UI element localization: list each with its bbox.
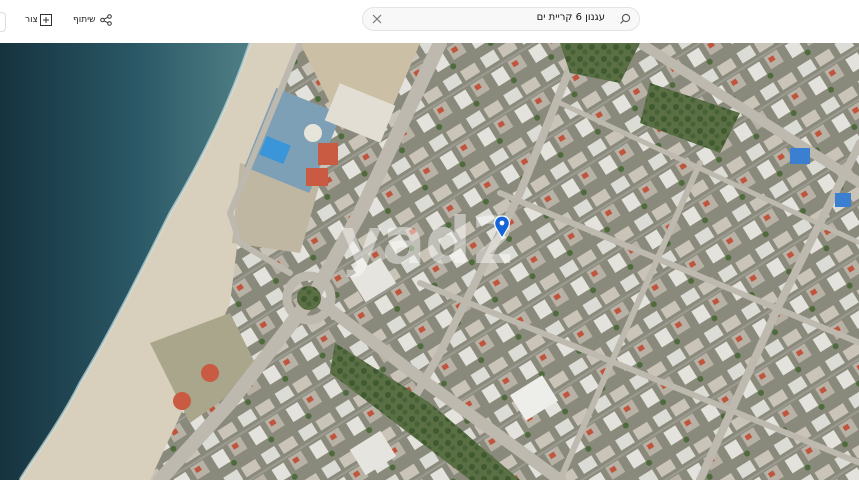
draw-button[interactable]: צור	[25, 13, 55, 29]
satellite-map[interactable]: yad2	[0, 43, 859, 480]
watermark-logo: yad2	[340, 205, 515, 279]
search-icon	[620, 13, 631, 24]
share-button[interactable]: שיתוף	[73, 13, 113, 29]
draw-label: צור	[25, 15, 38, 25]
address-search[interactable]: עגנון 6 קריית ים	[362, 7, 640, 31]
add-square-icon	[40, 14, 52, 26]
search-query[interactable]: עגנון 6 קריית ים	[537, 12, 605, 23]
share-icon	[100, 14, 112, 26]
share-label: שיתוף	[73, 15, 96, 25]
close-icon[interactable]	[371, 13, 383, 25]
top-toolbar: צור שיתוף עגנון 6 קריית ים	[0, 0, 859, 43]
side-panel-handle[interactable]	[0, 12, 6, 32]
